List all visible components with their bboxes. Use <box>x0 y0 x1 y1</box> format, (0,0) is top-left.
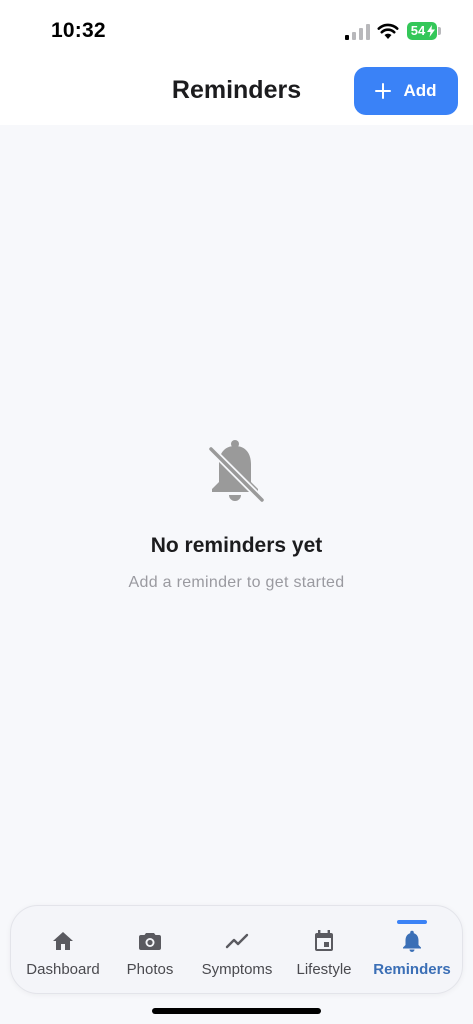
tab-label: Photos <box>126 961 174 978</box>
tab-label: Symptoms <box>201 961 273 978</box>
calendar-icon <box>315 930 333 951</box>
tab-dashboard[interactable]: Dashboard <box>23 906 103 995</box>
status-time: 10:32 <box>51 19 106 42</box>
tab-lifestyle[interactable]: Lifestyle <box>288 906 360 995</box>
camera-icon <box>139 933 161 950</box>
battery-cap <box>438 27 441 35</box>
home-icon <box>53 932 73 950</box>
bell-off-icon <box>207 440 265 504</box>
add-reminder-button[interactable]: Add <box>354 67 458 115</box>
bottom-tab-bar: Dashboard Photos Symptoms Lifestyle Remi… <box>10 905 463 994</box>
header: Reminders Add <box>0 62 473 125</box>
bell-icon <box>403 930 421 952</box>
empty-state-title: No reminders yet <box>150 534 323 557</box>
tab-symptoms[interactable]: Symptoms <box>197 906 277 995</box>
add-button-label: Add <box>403 81 437 100</box>
tab-label: Dashboard <box>26 961 100 978</box>
wifi-icon <box>377 23 399 39</box>
battery-icon: 54 <box>407 22 437 40</box>
tab-label: Lifestyle <box>296 961 352 978</box>
signal-icon <box>345 24 370 40</box>
empty-state-subtitle: Add a reminder to get started <box>128 574 345 591</box>
plus-icon <box>375 83 392 99</box>
home-indicator <box>152 1008 321 1014</box>
charging-bolt-icon <box>427 25 435 37</box>
status-bar: 10:32 54 <box>0 0 473 62</box>
tab-label: Reminders <box>373 961 451 978</box>
tab-reminders[interactable]: Reminders <box>369 906 455 995</box>
tab-photos[interactable]: Photos <box>115 906 185 995</box>
battery-level: 54 <box>410 23 426 38</box>
empty-state: No reminders yet Add a reminder to get s… <box>0 438 473 592</box>
trend-icon <box>225 933 249 949</box>
